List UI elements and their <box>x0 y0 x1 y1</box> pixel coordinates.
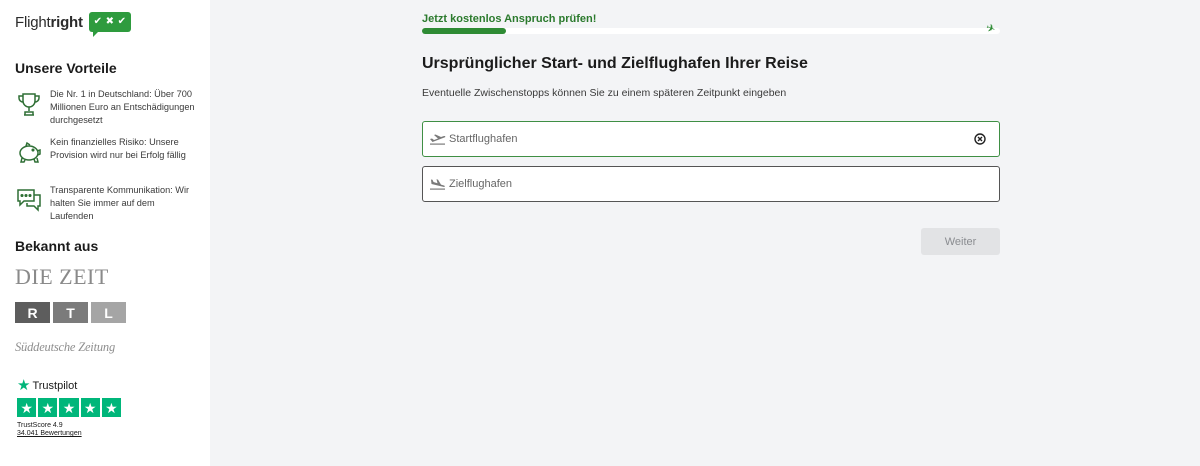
departure-airport-field[interactable] <box>422 121 1000 157</box>
arrival-airport-field[interactable] <box>422 166 1000 202</box>
page-subtitle: Eventuelle Zwischenstopps können Sie zu … <box>422 87 787 99</box>
trustpilot-rating-stars: ★ ★ ★ ★ ★ <box>17 398 121 417</box>
rtl-letter: R <box>15 302 50 323</box>
plane-takeoff-icon <box>429 132 447 146</box>
sidebar: Flightright ✔ ✖ ✔ Unsere Vorteile Die Nr… <box>0 0 210 466</box>
press-heading: Bekannt aus <box>15 238 99 254</box>
chat-bubbles-icon <box>17 189 41 212</box>
cross-icon: ✖ <box>105 16 114 27</box>
advantage-item: Transparente Kommunikation: Wir halten S… <box>15 184 195 222</box>
progress-label: Jetzt kostenlos Anspruch prüfen! <box>422 13 597 25</box>
progress-fill <box>422 28 506 34</box>
rtl-logo: R T L <box>15 302 126 323</box>
sueddeutsche-zeitung-logo: Süddeutsche Zeitung <box>15 340 116 354</box>
star-icon: ★ <box>80 398 100 417</box>
star-icon: ★ <box>101 398 121 417</box>
advantage-text: Die Nr. 1 in Deutschland: Über 700 Milli… <box>50 89 195 125</box>
rtl-letter: L <box>91 302 126 323</box>
advantage-text: Transparente Kommunikation: Wir halten S… <box>50 185 190 221</box>
star-icon: ★ <box>38 398 58 417</box>
clear-icon[interactable] <box>973 132 987 146</box>
trustpilot-star-icon: ★ <box>17 377 31 394</box>
departure-airport-input[interactable] <box>449 122 973 156</box>
page-title: Ursprünglicher Start- und Zielflughafen … <box>422 55 808 72</box>
piggy-bank-icon <box>19 141 41 163</box>
rtl-letter: T <box>53 302 88 323</box>
plane-landing-icon <box>429 177 447 191</box>
logo-text: Flightright <box>15 13 83 31</box>
star-icon: ★ <box>59 398 79 417</box>
die-zeit-logo: DIE ZEIT <box>15 264 109 289</box>
advantage-text: Kein finanzielles Risiko: Unsere Provisi… <box>50 137 186 160</box>
progress-bar <box>422 28 1000 34</box>
continue-button[interactable]: Weiter <box>921 228 1000 255</box>
trustpilot-brand: ★ Trustpilot <box>17 377 78 394</box>
logo-badge-icon: ✔ ✖ ✔ <box>88 12 131 37</box>
trophy-icon <box>18 93 40 116</box>
check-icon: ✔ <box>117 16 126 27</box>
advantages-heading: Unsere Vorteile <box>15 60 117 76</box>
advantage-item: Die Nr. 1 in Deutschland: Über 700 Milli… <box>15 88 195 126</box>
check-icon: ✔ <box>93 16 102 27</box>
star-icon: ★ <box>17 398 37 417</box>
arrival-airport-input[interactable] <box>449 167 999 201</box>
trustscore: TrustScore 4.9 <box>17 422 63 429</box>
trustpilot-widget[interactable]: ★ Trustpilot ★ ★ ★ ★ ★ TrustScore 4.9 34… <box>17 378 121 437</box>
flightright-logo[interactable]: Flightright ✔ ✖ ✔ <box>15 12 131 37</box>
trustpilot-reviews-link[interactable]: 34.041 Bewertungen <box>17 430 121 437</box>
advantage-item: Kein finanzielles Risiko: Unsere Provisi… <box>15 136 195 166</box>
